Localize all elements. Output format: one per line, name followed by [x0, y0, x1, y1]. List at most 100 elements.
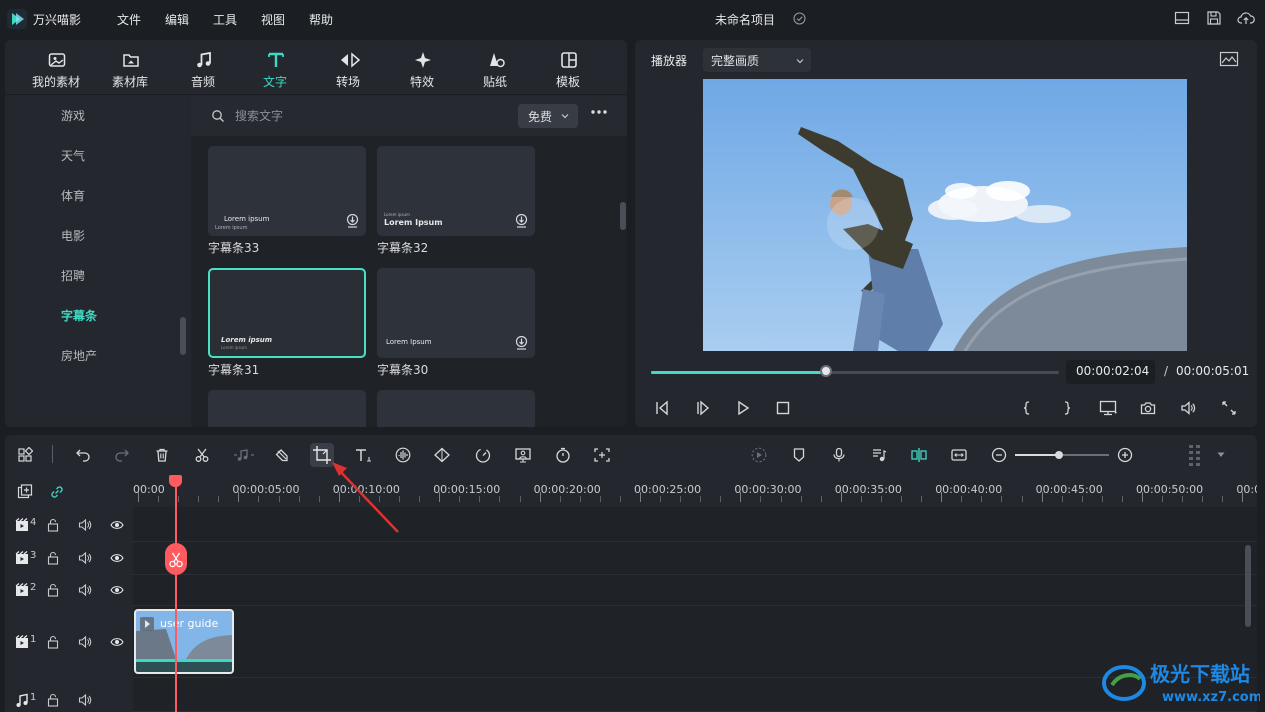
mark-out-icon[interactable]: [1059, 400, 1075, 416]
speaker-icon[interactable]: [78, 635, 92, 649]
quality-dropdown[interactable]: 完整画质: [703, 48, 811, 72]
undo-icon[interactable]: [75, 447, 91, 463]
filter-dropdown[interactable]: 免费: [518, 104, 578, 128]
microphone-icon[interactable]: [831, 447, 847, 463]
text-template-card[interactable]: Lorem ipsum Lorem Ipsum: [377, 146, 535, 236]
menu-tools[interactable]: 工具: [213, 11, 237, 28]
menu-file[interactable]: 文件: [117, 11, 141, 28]
duration-timer-icon[interactable]: [554, 447, 572, 463]
fullscreen-icon[interactable]: [1221, 400, 1237, 416]
marker-icon[interactable]: [791, 447, 807, 463]
layout-icon[interactable]: [1174, 10, 1190, 26]
track-row-video-2[interactable]: [133, 575, 1257, 606]
category-item[interactable]: 电影: [61, 227, 85, 244]
lock-icon[interactable]: [47, 551, 59, 565]
tab-stock-library[interactable]: 素材库: [95, 40, 165, 95]
playhead-handle[interactable]: [169, 475, 182, 487]
search-input[interactable]: [235, 107, 475, 125]
zoom-in-icon[interactable]: [1117, 447, 1133, 463]
link-icon[interactable]: [49, 484, 65, 500]
download-icon[interactable]: [515, 336, 528, 350]
lock-icon[interactable]: [47, 693, 59, 707]
track-row-video-3[interactable]: [133, 542, 1257, 575]
category-item[interactable]: 体育: [61, 187, 85, 204]
video-clip[interactable]: user guide: [134, 609, 234, 674]
color-adjust-icon[interactable]: [433, 447, 451, 463]
previous-frame-icon[interactable]: [654, 400, 670, 416]
volume-icon[interactable]: [1180, 400, 1196, 416]
speed-timer-icon[interactable]: [474, 447, 492, 463]
lock-icon[interactable]: [47, 583, 59, 597]
tab-text[interactable]: 文字: [240, 40, 310, 95]
fit-timeline-icon[interactable]: [950, 447, 968, 463]
caret-down-icon[interactable]: [1217, 452, 1225, 458]
zoom-out-icon[interactable]: [991, 447, 1007, 463]
playhead[interactable]: [175, 475, 177, 712]
text-template-card[interactable]: Lorem Ipsum: [377, 268, 535, 358]
download-icon[interactable]: [515, 214, 528, 228]
tab-my-media[interactable]: 我的素材: [21, 40, 91, 95]
layout-grid-icon[interactable]: [17, 447, 33, 463]
video-preview[interactable]: [703, 79, 1187, 351]
save-icon[interactable]: [1206, 10, 1222, 26]
delete-trash-icon[interactable]: [154, 447, 170, 463]
speaker-icon[interactable]: [78, 693, 92, 707]
split-scissors-icon[interactable]: [194, 447, 210, 463]
play-icon[interactable]: [735, 400, 751, 416]
playback-progress-bar[interactable]: [651, 371, 1059, 374]
render-preview-icon[interactable]: [750, 447, 768, 463]
audio-mixer-icon[interactable]: [871, 447, 887, 463]
time-ruler[interactable]: 00:00 00:00:05:00 00:00:10:00 00:00:15:00 00…: [133, 475, 1257, 507]
eye-icon[interactable]: [110, 551, 124, 565]
text-template-card[interactable]: [208, 390, 366, 427]
tab-transition[interactable]: 转场: [313, 40, 383, 95]
speaker-icon[interactable]: [78, 583, 92, 597]
menu-help[interactable]: 帮助: [309, 11, 333, 28]
tab-effects[interactable]: 特效: [387, 40, 457, 95]
menu-view[interactable]: 视图: [261, 11, 285, 28]
current-time-display[interactable]: 00:00:02:04: [1066, 360, 1155, 384]
eye-icon[interactable]: [110, 518, 124, 532]
timeline-scrollbar[interactable]: [1245, 545, 1251, 627]
add-track-icon[interactable]: [17, 484, 33, 500]
snap-magnet-icon[interactable]: [910, 447, 928, 463]
download-icon[interactable]: [346, 214, 359, 228]
image-compare-icon[interactable]: [1219, 51, 1239, 67]
category-item[interactable]: 房地产: [61, 347, 97, 364]
menu-edit[interactable]: 编辑: [165, 11, 189, 28]
track-row-video-1[interactable]: [133, 606, 1257, 678]
track-row-video-4[interactable]: [133, 507, 1257, 542]
auto-reframe-icon[interactable]: [593, 447, 611, 463]
tab-stickers[interactable]: 贴纸: [460, 40, 530, 95]
category-item-active[interactable]: 字幕条: [61, 307, 97, 324]
audio-detach-icon[interactable]: [233, 447, 255, 463]
ai-portrait-icon[interactable]: [514, 447, 532, 463]
next-frame-icon[interactable]: [695, 400, 711, 416]
cloud-upload-icon[interactable]: [1237, 10, 1255, 26]
zoom-slider-handle[interactable]: [1055, 451, 1063, 459]
eye-icon[interactable]: [110, 583, 124, 597]
snapshot-camera-icon[interactable]: [1140, 400, 1156, 416]
track-height-icon[interactable]: [1188, 443, 1202, 467]
category-item[interactable]: 天气: [61, 147, 85, 164]
tab-templates[interactable]: 模板: [533, 40, 603, 95]
speaker-icon[interactable]: [78, 551, 92, 565]
lock-icon[interactable]: [47, 635, 59, 649]
speaker-icon[interactable]: [78, 518, 92, 532]
library-scrollbar[interactable]: [620, 202, 626, 230]
mark-in-icon[interactable]: [1019, 400, 1035, 416]
stop-icon[interactable]: [775, 400, 791, 416]
tab-audio[interactable]: 音频: [168, 40, 238, 95]
track-row-audio-1[interactable]: [133, 678, 1257, 712]
lock-icon[interactable]: [47, 518, 59, 532]
redo-icon[interactable]: [114, 447, 130, 463]
marker-tag-icon[interactable]: [274, 447, 290, 463]
text-template-card[interactable]: Lorem ipsum Lorem ipsum: [208, 146, 366, 236]
split-scissors-marker[interactable]: [165, 543, 187, 575]
more-options-icon[interactable]: [590, 108, 608, 116]
playback-scrubber-handle[interactable]: [820, 365, 832, 377]
text-template-card[interactable]: [377, 390, 535, 427]
eye-icon[interactable]: [110, 635, 124, 649]
text-template-card-selected[interactable]: Lorem ipsum Lorem ipsum: [208, 268, 366, 358]
category-item[interactable]: 招聘: [61, 267, 85, 284]
